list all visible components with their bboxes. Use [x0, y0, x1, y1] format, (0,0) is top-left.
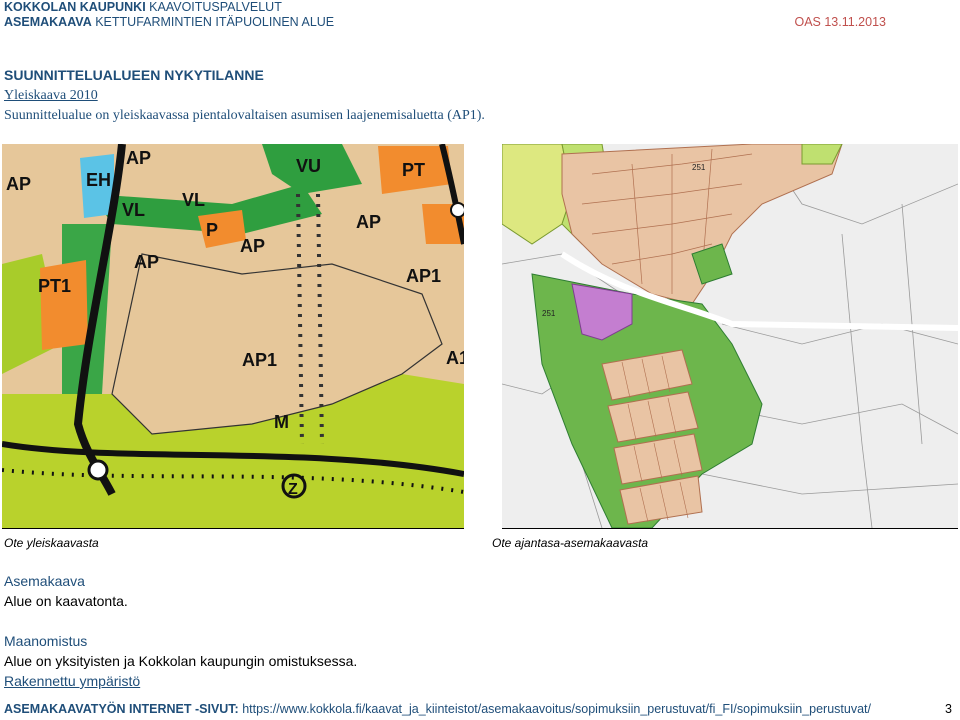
map-label-m: M: [274, 412, 289, 432]
map-label-ap1-1: AP1: [406, 266, 441, 286]
map-label-ap-5: AP: [134, 252, 159, 272]
map-label-pt1: PT1: [38, 276, 71, 296]
map-label-ap-1: AP: [6, 174, 31, 194]
map-label-vl-1: VL: [122, 200, 145, 220]
map-label-z: Z: [288, 481, 298, 498]
map-number-251-left: 251: [542, 309, 556, 318]
header-org-bold: KOKKOLAN KAUPUNKI: [4, 0, 146, 14]
header-org: KOKKOLAN KAUPUNKI KAAVOITUSPALVELUT: [4, 0, 282, 14]
header-org-rest: KAAVOITUSPALVELUT: [149, 0, 282, 14]
header-plan-bold: ASEMAKAAVA: [4, 15, 92, 29]
map-label-ap1-2: AP1: [242, 350, 277, 370]
asemakaava-heading: Asemakaava: [4, 573, 85, 589]
map-label-vu: VU: [296, 156, 321, 176]
asemakaava-map: 251 251: [502, 144, 958, 528]
caption-yleiskaava: Ote yleiskaavasta: [4, 536, 99, 550]
map-right-rule: [502, 528, 958, 529]
rakennettu-heading: Rakennettu ympäristö: [4, 673, 141, 689]
yleiskaava-link[interactable]: Yleiskaava 2010: [4, 88, 98, 104]
map-label-ap-4: AP: [356, 212, 381, 232]
footer-url[interactable]: https://www.kokkola.fi/kaavat_ja_kiintei…: [242, 702, 871, 716]
map-number-251-top: 251: [692, 163, 706, 172]
caption-asemakaava: Ote ajantasa-asemakaavasta: [492, 536, 649, 550]
oas-date: OAS 13.11.2013: [794, 15, 886, 29]
map-label-vl-2: VL: [182, 190, 205, 210]
header-plan-rest: KETTUFARMINTIEN ITÄPUOLINEN ALUE: [95, 15, 335, 29]
map-label-p: P: [206, 220, 218, 240]
header-plan: ASEMAKAAVA KETTUFARMINTIEN ITÄPUOLINEN A…: [4, 15, 334, 29]
footer-label: ASEMAKAAVATYÖN INTERNET -SIVUT:: [4, 702, 239, 716]
maanomistus-heading: Maanomistus: [4, 633, 88, 649]
asemakaava-text: Alue on kaavatonta.: [4, 593, 128, 609]
yleiskaava-map: AP EH AP VU PT VL VL P AP AP AP PT1 AP1 …: [2, 144, 464, 528]
section-title: SUUNNITTELUALUEEN NYKYTILANNE: [4, 67, 264, 83]
map-label-ap-2: AP: [126, 148, 151, 168]
map-label-ap-3: AP: [240, 236, 265, 256]
maanomistus-text: Alue on yksityisten ja Kokkolan kaupungi…: [4, 653, 358, 669]
page-number: 3: [945, 702, 952, 716]
section-text: Suunnittelualue on yleiskaavassa piental…: [4, 108, 485, 123]
map-label-eh: EH: [86, 170, 111, 190]
map-label-a1: A1: [446, 348, 464, 368]
map-label-pt: PT: [402, 160, 425, 180]
map-left-rule: [2, 528, 464, 529]
footer: ASEMAKAAVATYÖN INTERNET -SIVUT: https://…: [4, 702, 871, 716]
